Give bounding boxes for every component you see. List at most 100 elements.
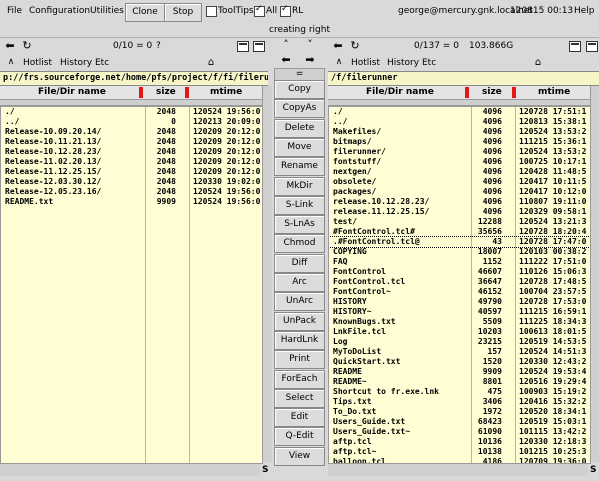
right-vertical-scrollbar[interactable] xyxy=(590,86,599,462)
file-row[interactable]: COPYING 18007 120103 00:38:2 xyxy=(329,247,590,257)
cmd-unarc-button[interactable]: UnArc xyxy=(274,292,325,312)
file-row[interactable]: release.11.12.25.15/4096 120329 09:58:1 xyxy=(329,207,590,217)
cmd-copyas-button[interactable]: CopyAs xyxy=(274,99,325,119)
file-row[interactable]: release.10.12.28.23/4096 110807 19:11:0 xyxy=(329,197,590,207)
file-row[interactable]: FontControl~ 46152 100704 23:57:5 xyxy=(329,287,590,297)
cmd-copy-button[interactable]: Copy xyxy=(274,80,325,99)
file-row[interactable]: FontControl 46607 110126 15:06:3 xyxy=(329,267,590,277)
right-header-mtime[interactable]: mtime xyxy=(538,86,570,99)
file-row[interactable]: Release-10.12.28.23/2048 120209 20:12:0 xyxy=(1,147,262,157)
menu-help[interactable]: Help xyxy=(574,6,595,16)
right-etc-menu[interactable]: Etc xyxy=(422,58,436,68)
left-history-menu[interactable]: History xyxy=(60,58,92,68)
cmd-edit-button[interactable]: Edit xyxy=(274,408,325,428)
file-row[interactable]: Shortcut to fr.exe.lnk 475 100903 15:19:2 xyxy=(329,387,590,397)
file-row[interactable]: To_Do.txt 1972 120520 18:34:1 xyxy=(329,407,590,417)
left-etc-menu[interactable]: Etc xyxy=(95,58,109,68)
file-row[interactable]: bitmaps/4096 111215 15:36:1 xyxy=(329,137,590,147)
file-row[interactable]: MyToDoList 157 120524 14:51:3 xyxy=(329,347,590,357)
rl-checkbox[interactable] xyxy=(280,4,291,17)
cmd-s-link-button[interactable]: S-Link xyxy=(274,195,325,215)
cmd-delete-button[interactable]: Delete xyxy=(274,118,325,138)
file-row[interactable]: aftp.tcl 10136 120330 12:18:3 xyxy=(329,437,590,447)
right-window-icon[interactable] xyxy=(569,41,581,52)
menu-file[interactable]: File xyxy=(7,6,22,16)
cmd-move-button[interactable]: Move xyxy=(274,137,325,157)
cmd-diff-button[interactable]: Diff xyxy=(274,253,325,273)
copy-left-arrow-icon[interactable]: ⬅ xyxy=(279,53,293,66)
left-file-list[interactable]: ./2048 120524 19:56:0 ../0 120213 20:09:0 Re… xyxy=(0,106,263,464)
right-refresh-icon[interactable]: ↻ xyxy=(348,39,362,52)
file-row[interactable]: .#FontControl.tcl@ 43 120728 17:47:0 xyxy=(329,236,590,248)
file-row[interactable]: filerunner/4096 120524 13:53:2 xyxy=(329,147,590,157)
cmd-arc-button[interactable]: Arc xyxy=(274,273,325,292)
file-row[interactable]: aftp.tcl~ 10138 101215 10:25:3 xyxy=(329,447,590,457)
file-row[interactable]: Makefiles/4096 120524 13:53:2 xyxy=(329,127,590,137)
file-row[interactable]: nextgen/4096 120428 11:48:5 xyxy=(329,167,590,177)
left-window-icon[interactable] xyxy=(237,41,249,52)
swap-down-icon[interactable]: ˅ xyxy=(303,38,317,51)
cmd-s-lnas-button[interactable]: S-LnAs xyxy=(274,215,325,235)
file-row[interactable]: ./ 2048 120524 19:56:0 xyxy=(1,107,262,117)
cmd-rename-button[interactable]: Rename xyxy=(274,157,325,177)
menu-configuration[interactable]: Configuration xyxy=(29,6,90,16)
cmd-foreach-button[interactable]: ForEach xyxy=(274,369,325,389)
file-row[interactable]: test/12288 120524 13:21:3 xyxy=(329,217,590,227)
file-row[interactable]: FAQ 1152 111222 17:51:0 xyxy=(329,257,590,267)
file-row[interactable]: QuickStart.txt 1520 120330 12:43:2 xyxy=(329,357,590,367)
left-vertical-scrollbar[interactable] xyxy=(262,86,272,462)
stop-button[interactable]: Stop xyxy=(164,3,202,22)
left-header-size[interactable]: size xyxy=(156,86,176,99)
left-header-name[interactable]: File/Dir name xyxy=(38,86,106,99)
file-row[interactable]: ../ 4096 120813 15:38:1 xyxy=(329,117,590,127)
file-row[interactable]: KnownBugs.txt 5509 111225 18:34:3 xyxy=(329,317,590,327)
cmd-chmod-button[interactable]: Chmod xyxy=(274,234,325,254)
left-name-sort-marker[interactable] xyxy=(139,87,143,98)
cmd-view-button[interactable]: View xyxy=(274,446,325,466)
right-up-dir-icon[interactable]: ∧ xyxy=(332,56,346,69)
file-row[interactable]: Release-11.02.20.13/2048 120209 20:12:0 xyxy=(1,157,262,167)
file-row[interactable]: LnkFile.tcl 10203 100613 18:01:5 xyxy=(329,327,590,337)
right-horizontal-scrollbar[interactable] xyxy=(328,463,588,476)
file-row[interactable]: FontControl.tcl 36647 120728 17:48:5 xyxy=(329,277,590,287)
menu-utilities[interactable]: Utilities xyxy=(90,6,124,16)
file-row[interactable]: ./ 4096 120728 17:51:1 xyxy=(329,107,590,117)
file-row[interactable]: ../ 0 120213 20:09:0 xyxy=(1,117,262,127)
right-path-field[interactable]: /f/filerunner xyxy=(328,71,599,86)
right-header-size[interactable]: size xyxy=(482,86,502,99)
file-row[interactable]: Release-11.12.25.15/2048 120209 20:12:0 xyxy=(1,167,262,177)
cmd-print-button[interactable]: Print xyxy=(274,350,325,370)
right-name-sort-marker[interactable] xyxy=(465,87,469,98)
left-refresh-icon[interactable]: ↻ xyxy=(20,39,34,52)
cmd-q-edit-button[interactable]: Q-Edit xyxy=(274,427,325,447)
clone-button[interactable]: Clone xyxy=(125,3,165,22)
file-row[interactable]: HISTORY~ 40597 111215 16:59:1 xyxy=(329,307,590,317)
left-horizontal-scrollbar[interactable] xyxy=(0,463,260,476)
left-up-dir-icon[interactable]: ∧ xyxy=(4,56,18,69)
file-row[interactable]: Release-12.03.30.12/2048 120330 19:02:0 xyxy=(1,177,262,187)
file-row[interactable]: obsolete/4096 120417 10:11:5 xyxy=(329,177,590,187)
copy-right-arrow-icon[interactable]: ➡ xyxy=(303,53,317,66)
right-back-arrow-icon[interactable]: ⬅ xyxy=(331,39,345,52)
right-window-icon-2[interactable] xyxy=(586,41,598,52)
cmd-unpack-button[interactable]: UnPack xyxy=(274,311,325,331)
cmd-mkdir-button[interactable]: MkDir xyxy=(274,176,325,196)
file-row[interactable]: fontstuff/4096 100725 10:17:1 xyxy=(329,157,590,167)
file-row[interactable]: README 9909 120524 19:53:4 xyxy=(329,367,590,377)
right-file-list[interactable]: ./ 4096 120728 17:51:1 ../ 4096 120813 15:38:… xyxy=(328,106,591,464)
file-row[interactable]: Users_Guide.txt~ 61090 101115 13:42:2 xyxy=(329,427,590,437)
file-row[interactable]: Users_Guide.txt 68423 120519 15:03:1 xyxy=(329,417,590,427)
swap-up-icon[interactable]: ˄ xyxy=(279,38,293,51)
file-row[interactable]: Release-12.05.23.16/2048 120524 19:56:0 xyxy=(1,187,262,197)
file-row[interactable]: Release-10.11.21.13/2048 120209 20:12:0 xyxy=(1,137,262,147)
left-header-mtime[interactable]: mtime xyxy=(210,86,242,99)
left-window-icon-2[interactable] xyxy=(253,41,265,52)
left-size-sort-marker[interactable] xyxy=(185,87,189,98)
left-back-arrow-icon[interactable]: ⬅ xyxy=(3,39,17,52)
file-row[interactable]: Log 23215 120519 14:53:5 xyxy=(329,337,590,347)
right-size-sort-marker[interactable] xyxy=(512,87,516,98)
left-hotlist-menu[interactable]: Hotlist xyxy=(23,58,52,68)
file-row[interactable]: README~ 8801 120516 19:29:4 xyxy=(329,377,590,387)
right-home-icon[interactable]: ⌂ xyxy=(531,56,545,69)
right-header-name[interactable]: File/Dir name xyxy=(366,86,434,99)
